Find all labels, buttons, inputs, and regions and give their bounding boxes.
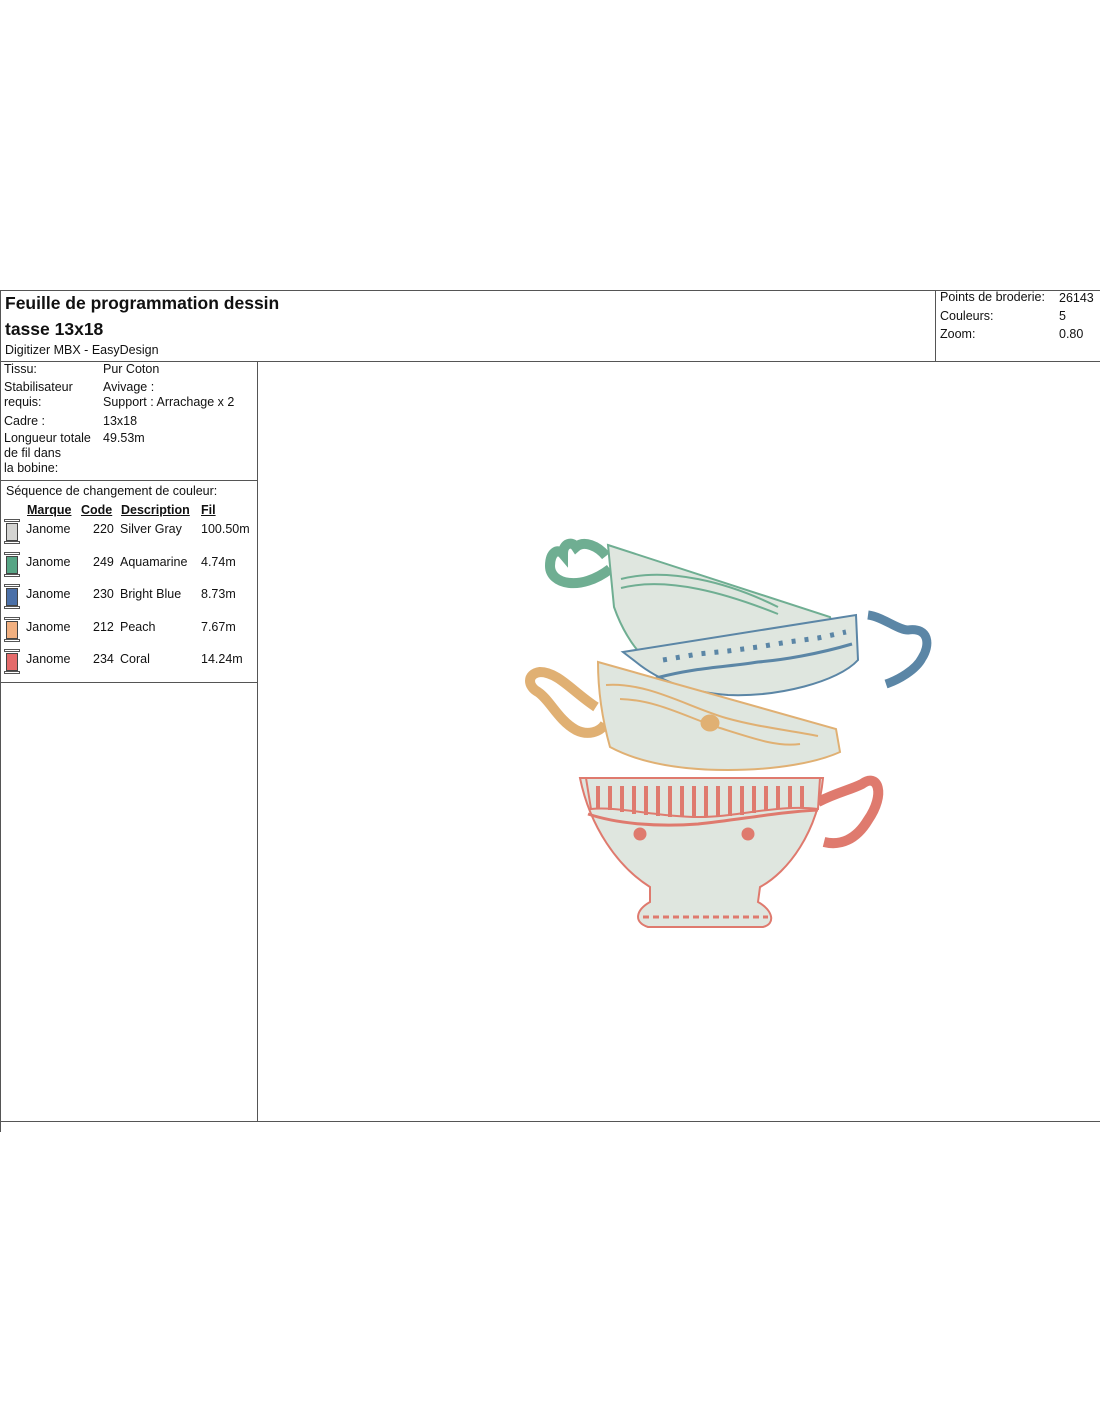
row-description: Silver Gray — [120, 522, 182, 536]
color-sequence-row: Janome 220 Silver Gray 100.50m — [0, 519, 257, 553]
row-thread-length: 100.50m — [201, 522, 250, 536]
row-code: 230 — [93, 587, 114, 601]
thread-spool-icon — [4, 616, 20, 643]
left-border — [0, 290, 1, 1132]
info-divider — [0, 480, 257, 481]
zoom-value: 0.80 — [1059, 327, 1084, 341]
stabilizer-value: Support : Arrachage x 2 — [103, 395, 235, 409]
thread-spool-icon — [4, 584, 20, 610]
color-sequence-row: Janome 234 Coral 14.24m — [0, 649, 257, 683]
column-header-code: Code — [81, 503, 113, 517]
colors-label: Couleurs: — [940, 309, 994, 323]
sequence-title: Séquence de changement de couleur: — [6, 484, 218, 498]
sheet-title: Feuille de programmation dessin — [5, 293, 280, 313]
programming-sheet: Feuille de programmation dessin tasse 13… — [0, 290, 1100, 1132]
fabric-value: Pur Coton — [103, 362, 160, 376]
thread-spool-icon — [4, 519, 20, 545]
color-sequence-row: Janome 230 Bright Blue 8.73m — [0, 584, 257, 618]
row-description: Bright Blue — [120, 587, 182, 601]
column-header-description: Description — [121, 503, 190, 517]
row-code: 220 — [93, 522, 114, 536]
hoop-value: 13x18 — [103, 414, 138, 428]
row-code: 249 — [93, 554, 114, 569]
row-description: Peach — [120, 619, 156, 634]
row-brand: Janome — [26, 522, 71, 536]
bottom-teacup — [578, 775, 884, 928]
row-thread-length: 8.73m — [201, 587, 236, 601]
row-brand: Janome — [26, 587, 71, 601]
thread-spool-icon — [4, 649, 20, 675]
row-description: Coral — [120, 652, 150, 666]
software-label: Digitizer MBX - EasyDesign — [5, 343, 159, 357]
stabilizer-label: Stabilisateur — [4, 380, 73, 394]
stitches-label: Points de broderie: — [940, 290, 1045, 304]
stats-divider — [935, 290, 936, 361]
row-thread-length: 7.67m — [201, 619, 236, 634]
hoop-label: Cadre : — [4, 414, 45, 428]
color-sequence-row: Janome 249 Aquamarine 4.74m — [0, 551, 257, 586]
thread-length-label: la bobine: — [4, 461, 59, 475]
colors-value: 5 — [1059, 309, 1066, 323]
stabilizer-value: Avivage : — [103, 380, 155, 394]
row-code: 234 — [93, 652, 114, 666]
row-thread-length: 14.24m — [201, 652, 243, 666]
row-description: Aquamarine — [120, 554, 188, 569]
color-sequence-row: Janome 212 Peach 7.67m — [0, 616, 257, 651]
fabric-label: Tissu: — [4, 362, 37, 376]
thread-length-label: Longueur totale — [4, 431, 91, 445]
row-brand: Janome — [26, 554, 71, 569]
row-brand: Janome — [26, 652, 71, 666]
teacups-embroidery — [525, 538, 932, 928]
thread-length-value: 49.53m — [103, 431, 145, 445]
column-header-thread: Fil — [201, 503, 216, 517]
row-brand: Janome — [26, 619, 71, 634]
zoom-label: Zoom: — [940, 327, 976, 341]
design-name: tasse 13x18 — [5, 319, 104, 339]
thread-length-label: de fil dans — [4, 446, 61, 460]
thread-spool-icon — [4, 551, 20, 578]
design-preview — [258, 362, 1100, 1122]
column-header-brand: Marque — [27, 503, 72, 517]
stitches-value: 26143 — [1059, 291, 1094, 305]
row-code: 212 — [93, 619, 114, 634]
row-thread-length: 4.74m — [201, 554, 236, 569]
stabilizer-label: requis: — [4, 395, 42, 409]
